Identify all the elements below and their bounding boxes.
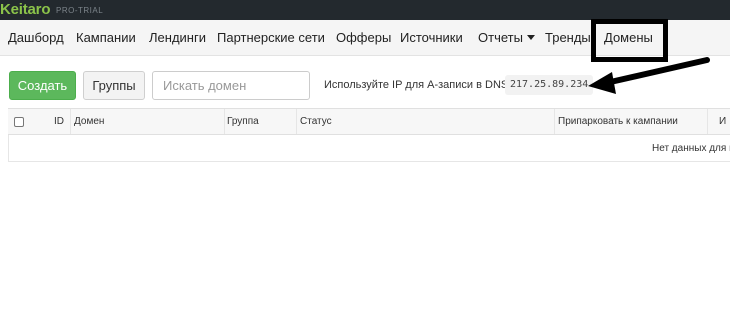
column-header-park-to-campaign[interactable]: Припарковать к кампании xyxy=(558,116,678,128)
top-bar: Keitaro PRO-TRIAL xyxy=(0,0,730,20)
nav-item-dashboard[interactable]: Дашборд xyxy=(8,30,64,46)
column-divider xyxy=(224,109,225,134)
column-header-truncated[interactable]: И xyxy=(719,116,726,128)
column-header-domain[interactable]: Домен xyxy=(74,116,104,128)
column-header-group[interactable]: Группа xyxy=(227,116,259,128)
edition-badge: PRO-TRIAL xyxy=(56,6,104,15)
table-empty-row: Нет данных для в xyxy=(8,135,730,162)
empty-state-message: Нет данных для в xyxy=(652,143,730,154)
dns-hint-label: Используйте IP для А-записи в DNS: xyxy=(324,79,512,91)
column-divider xyxy=(70,109,71,134)
table-header: ID Домен Группа Статус Припарковать к ка… xyxy=(8,108,730,135)
nav-item-reports[interactable]: Отчеты xyxy=(478,30,535,46)
column-header-id[interactable]: ID xyxy=(54,116,64,128)
nav-item-trends[interactable]: Тренды xyxy=(545,30,591,46)
column-divider xyxy=(296,109,297,134)
create-button[interactable]: Создать xyxy=(9,71,76,100)
nav-item-landings[interactable]: Лендинги xyxy=(149,30,206,46)
nav-item-offers[interactable]: Офферы xyxy=(336,30,391,46)
search-domain-input[interactable] xyxy=(152,71,310,100)
annotation-highlight-box xyxy=(591,19,668,62)
column-header-status[interactable]: Статус xyxy=(300,116,332,128)
nav-item-sources[interactable]: Источники xyxy=(400,30,463,46)
nav-item-reports-label: Отчеты xyxy=(478,30,523,45)
column-divider xyxy=(554,109,555,134)
caret-down-icon xyxy=(526,35,535,40)
column-divider xyxy=(707,109,708,134)
nav-item-affiliate-networks[interactable]: Партнерские сети xyxy=(217,30,325,46)
brand-logo[interactable]: Keitaro xyxy=(0,1,50,19)
select-all-checkbox[interactable] xyxy=(14,117,24,127)
groups-button[interactable]: Группы xyxy=(83,71,145,100)
nav-item-campaigns[interactable]: Кампании xyxy=(76,30,136,46)
dns-ip-value: 217.25.89.234 xyxy=(505,75,594,95)
